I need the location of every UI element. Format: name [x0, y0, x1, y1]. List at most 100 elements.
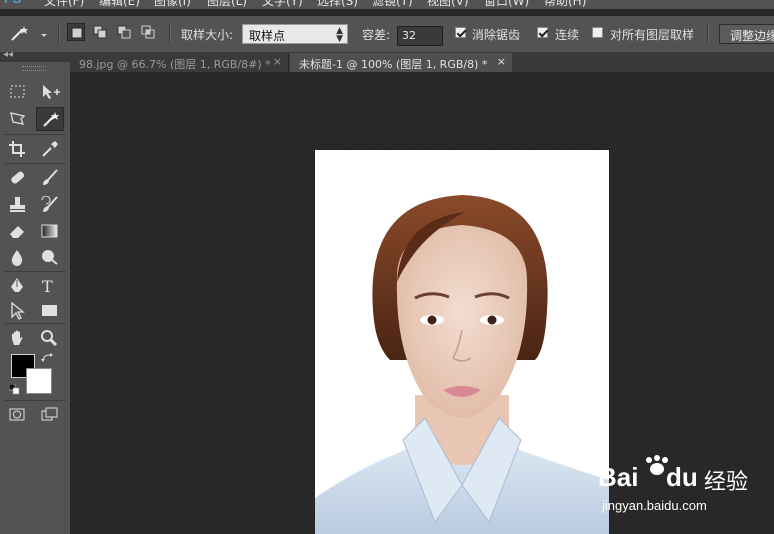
- history-brush-icon: [41, 196, 58, 212]
- eyedropper-tool[interactable]: [36, 137, 64, 161]
- contiguous-checkbox[interactable]: [537, 27, 548, 38]
- menu-type[interactable]: 文字(Y): [262, 0, 303, 9]
- menu-select[interactable]: 选择(S): [317, 0, 358, 9]
- menu-layer[interactable]: 图层(L): [207, 0, 247, 9]
- tab-98-jpg[interactable]: 98.jpg @ 66.7% (图层 1, RGB/8#) * ×: [70, 53, 289, 72]
- divider: [4, 163, 66, 164]
- new-selection-button[interactable]: [67, 23, 85, 41]
- brush-icon: [43, 169, 58, 185]
- divider: [4, 400, 66, 401]
- intersect-selection-icon: [141, 25, 155, 39]
- menu-window[interactable]: 窗口(W): [484, 0, 529, 9]
- add-selection-icon: [93, 25, 107, 39]
- divider: [4, 134, 66, 135]
- toolbox-grip[interactable]: [22, 66, 46, 71]
- move-tool[interactable]: [36, 80, 64, 104]
- portrait-photo: [315, 150, 609, 534]
- contiguous-label: 连续: [555, 28, 580, 42]
- menu-file[interactable]: 文件(F): [44, 0, 84, 9]
- hand-icon: [12, 330, 23, 345]
- eyedropper-icon: [42, 141, 58, 157]
- move-icon: [43, 85, 60, 99]
- default-colors-icon[interactable]: [9, 384, 21, 396]
- tab-untitled-1[interactable]: 未标题-1 @ 100% (图层 1, RGB/8) * ×: [290, 53, 512, 72]
- divider: [4, 271, 66, 272]
- healing-brush-tool[interactable]: [4, 166, 32, 190]
- magnifier-icon: [41, 330, 58, 347]
- toolbox-header: ◂◂: [0, 49, 70, 62]
- watermark-brand-du: du: [666, 462, 698, 492]
- subtract-selection-button[interactable]: [115, 23, 133, 41]
- magic-wand-icon: [43, 112, 59, 127]
- sample-size-label: 取样大小:: [181, 28, 234, 42]
- bandage-icon: [11, 171, 25, 184]
- baidu-jingyan-watermark: Bai du 经验 jingyan.baidu.com: [598, 452, 774, 522]
- type-tool[interactable]: T: [36, 274, 64, 298]
- refine-edge-button[interactable]: 调整边缘: [719, 24, 774, 44]
- app-logo: PS: [4, 0, 21, 6]
- arrow-cursor-icon: [11, 302, 25, 320]
- tab-label: 未标题-1 @ 100% (图层 1, RGB/8) *: [299, 58, 488, 71]
- tool-preset-picker[interactable]: [8, 24, 48, 44]
- gradient-tool[interactable]: [36, 219, 64, 243]
- clone-stamp-tool[interactable]: [4, 193, 32, 217]
- document-canvas[interactable]: [314, 149, 610, 534]
- close-icon[interactable]: ×: [273, 55, 282, 68]
- brush-tool[interactable]: [36, 166, 64, 190]
- document-tabs: 98.jpg @ 66.7% (图层 1, RGB/8#) * × 未标题-1 …: [70, 53, 774, 72]
- eraser-tool[interactable]: [4, 219, 32, 243]
- path-selection-tool[interactable]: [4, 299, 32, 323]
- rectangle-tool[interactable]: [36, 299, 64, 323]
- divider: [58, 24, 60, 44]
- lasso-tool[interactable]: [4, 107, 32, 131]
- collapse-icon[interactable]: ◂◂: [3, 49, 13, 60]
- crop-tool[interactable]: [4, 137, 32, 161]
- rect-marquee-icon: [10, 85, 25, 98]
- close-icon[interactable]: ×: [497, 55, 506, 68]
- antialias-checkbox[interactable]: [455, 27, 466, 38]
- zoom-tool[interactable]: [36, 326, 64, 350]
- watermark-jingyan: 经验: [704, 469, 749, 494]
- swap-colors-icon[interactable]: [41, 352, 55, 364]
- screen-mode-icon: [41, 407, 58, 421]
- new-selection-icon: [71, 27, 83, 39]
- crop-icon: [9, 141, 25, 157]
- svg-text:T: T: [42, 277, 53, 295]
- magic-wand-icon: [11, 26, 47, 41]
- sample-size-select[interactable]: 取样点 ▲ ▼: [242, 24, 348, 44]
- marquee-tool[interactable]: [4, 80, 32, 104]
- sample-all-layers-label: 对所有图层取样: [610, 28, 695, 42]
- dodge-icon: [42, 250, 58, 265]
- sample-all-layers-checkbox[interactable]: [592, 27, 603, 38]
- intersect-selection-button[interactable]: [139, 23, 157, 41]
- gradient-icon: [41, 224, 58, 238]
- options-bar: 取样大小: 取样点 ▲ ▼ 容差: 消除锯齿 连续 对所有图层取样 调整边缘: [0, 16, 774, 53]
- blur-tool[interactable]: [4, 245, 32, 269]
- dodge-tool[interactable]: [36, 245, 64, 269]
- type-t-icon: T: [42, 277, 53, 295]
- menu-filter[interactable]: 滤镜(T): [372, 0, 413, 9]
- magic-wand-tool[interactable]: [36, 107, 64, 131]
- divider: [169, 24, 171, 44]
- watermark-url: jingyan.baidu.com: [602, 498, 707, 513]
- subtract-selection-icon: [117, 25, 131, 39]
- screen-mode-button[interactable]: [36, 403, 64, 427]
- divider: [707, 24, 709, 44]
- menu-view[interactable]: 视图(V): [427, 0, 469, 9]
- pen-icon: [11, 278, 23, 292]
- watermark-brand: Bai: [598, 462, 639, 492]
- quick-mask-icon: [9, 408, 25, 421]
- tolerance-input[interactable]: 32: [397, 26, 443, 46]
- background-color-swatch[interactable]: [26, 368, 52, 394]
- eraser-icon: [10, 226, 24, 238]
- pen-tool[interactable]: [4, 274, 32, 298]
- tab-label: 98.jpg @ 66.7% (图层 1, RGB/8#) *: [79, 58, 271, 71]
- menu-help[interactable]: 帮助(H): [544, 0, 586, 9]
- menu-edit[interactable]: 编辑(E): [99, 0, 140, 9]
- toolbox: T: [0, 62, 70, 534]
- add-selection-button[interactable]: [91, 23, 109, 41]
- history-brush-tool[interactable]: [36, 193, 64, 217]
- menu-image[interactable]: 图像(I): [154, 0, 191, 9]
- quick-mask-button[interactable]: [4, 403, 32, 427]
- hand-tool[interactable]: [4, 326, 32, 350]
